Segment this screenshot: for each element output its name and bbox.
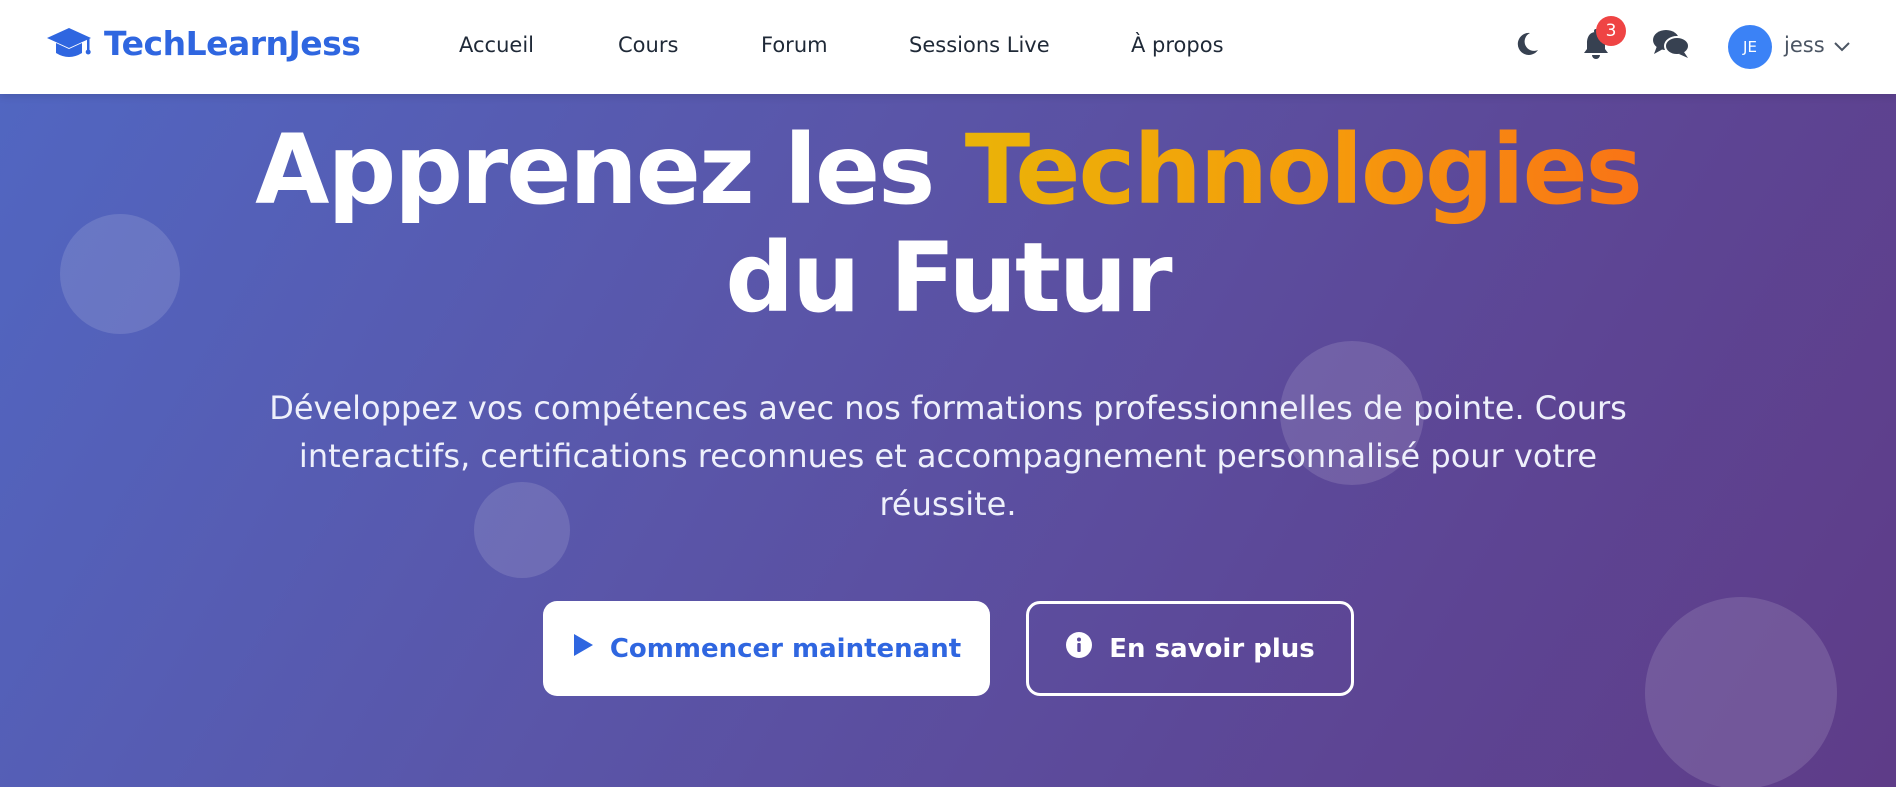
moon-icon (1515, 31, 1539, 62)
hero-title-part1: Apprenez les (255, 114, 935, 226)
user-name[interactable]: jess (1784, 33, 1825, 57)
messages-button[interactable] (1652, 29, 1690, 64)
hero-subtitle: Développez vos compétences avec nos form… (269, 389, 1627, 523)
top-navbar: TechLearnJess Accueil Cours Forum Sessio… (0, 0, 1896, 94)
play-icon (572, 633, 594, 664)
nav-link-accueil[interactable]: Accueil (459, 33, 534, 57)
learn-more-button[interactable]: En savoir plus (1026, 601, 1354, 696)
user-avatar[interactable]: JE (1728, 25, 1772, 69)
theme-toggle-button[interactable] (1512, 30, 1542, 62)
nav-link-sessions-live[interactable]: Sessions Live (909, 33, 1050, 57)
hero-section: Apprenez les Technologies du Futur Dével… (0, 94, 1896, 787)
nav-link-forum[interactable]: Forum (761, 33, 828, 57)
notifications-button[interactable]: 3 (1580, 16, 1626, 63)
learn-more-label: En savoir plus (1109, 633, 1315, 664)
nav-link-a-propos[interactable]: À propos (1131, 33, 1224, 57)
brand-logo-link[interactable]: TechLearnJess (46, 24, 361, 63)
decorative-bubble (1645, 597, 1837, 787)
info-circle-icon (1065, 631, 1093, 666)
nav-link-cours[interactable]: Cours (618, 33, 678, 57)
hero-title-part2: du Futur (725, 222, 1172, 334)
graduation-cap-icon (46, 26, 92, 62)
start-now-button[interactable]: Commencer maintenant (543, 601, 990, 696)
notification-count-badge: 3 (1596, 16, 1626, 46)
hero-title-accent: Technologies (964, 114, 1643, 226)
start-now-label: Commencer maintenant (609, 633, 962, 664)
brand-name: TechLearnJess (104, 24, 361, 63)
chevron-down-icon[interactable] (1833, 40, 1851, 54)
chat-bubbles-icon (1652, 29, 1690, 64)
hero-title: Apprenez les Technologies du Futur (0, 116, 1896, 332)
